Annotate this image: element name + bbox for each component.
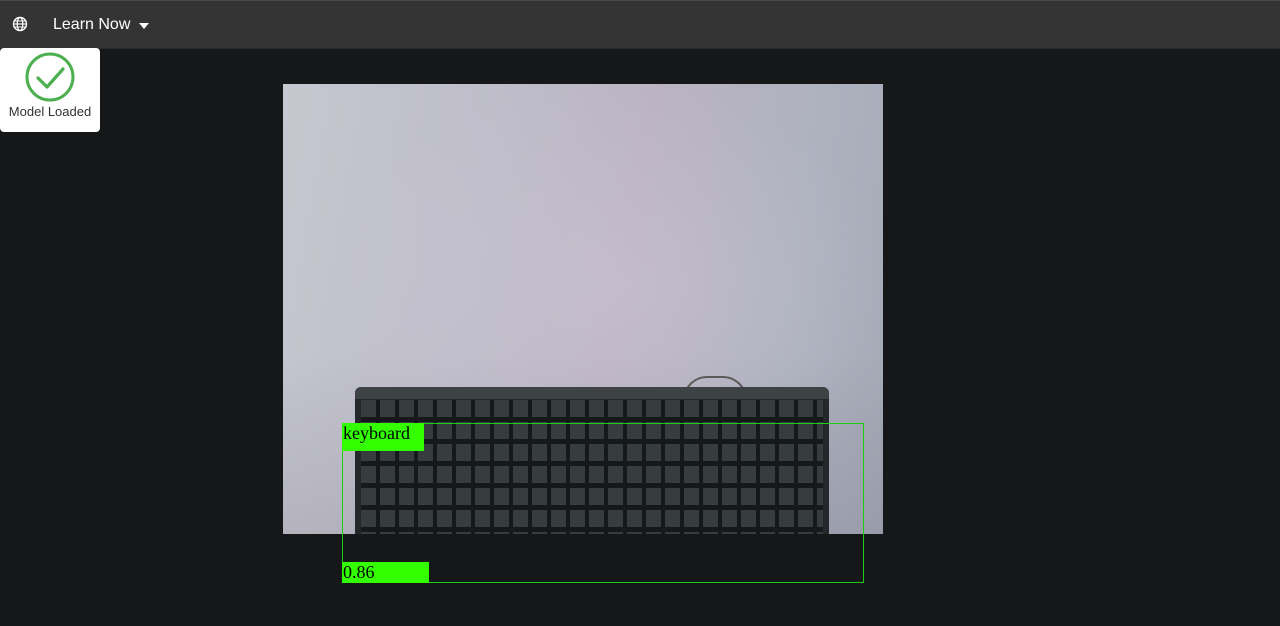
learn-now-label: Learn Now [53, 16, 131, 33]
detection-class-label: keyboard [342, 423, 424, 451]
model-status-card: Model Loaded [0, 48, 100, 132]
globe-icon[interactable] [12, 16, 28, 32]
keyboard-top-edge [355, 387, 829, 399]
learn-now-dropdown[interactable]: Learn Now [53, 13, 150, 37]
top-navbar: Learn Now [0, 0, 1280, 49]
check-circle-icon [25, 52, 75, 102]
detection-confidence-score: 0.86 [342, 562, 429, 583]
caret-down-icon [139, 22, 150, 29]
model-status-text: Model Loaded [8, 104, 92, 119]
